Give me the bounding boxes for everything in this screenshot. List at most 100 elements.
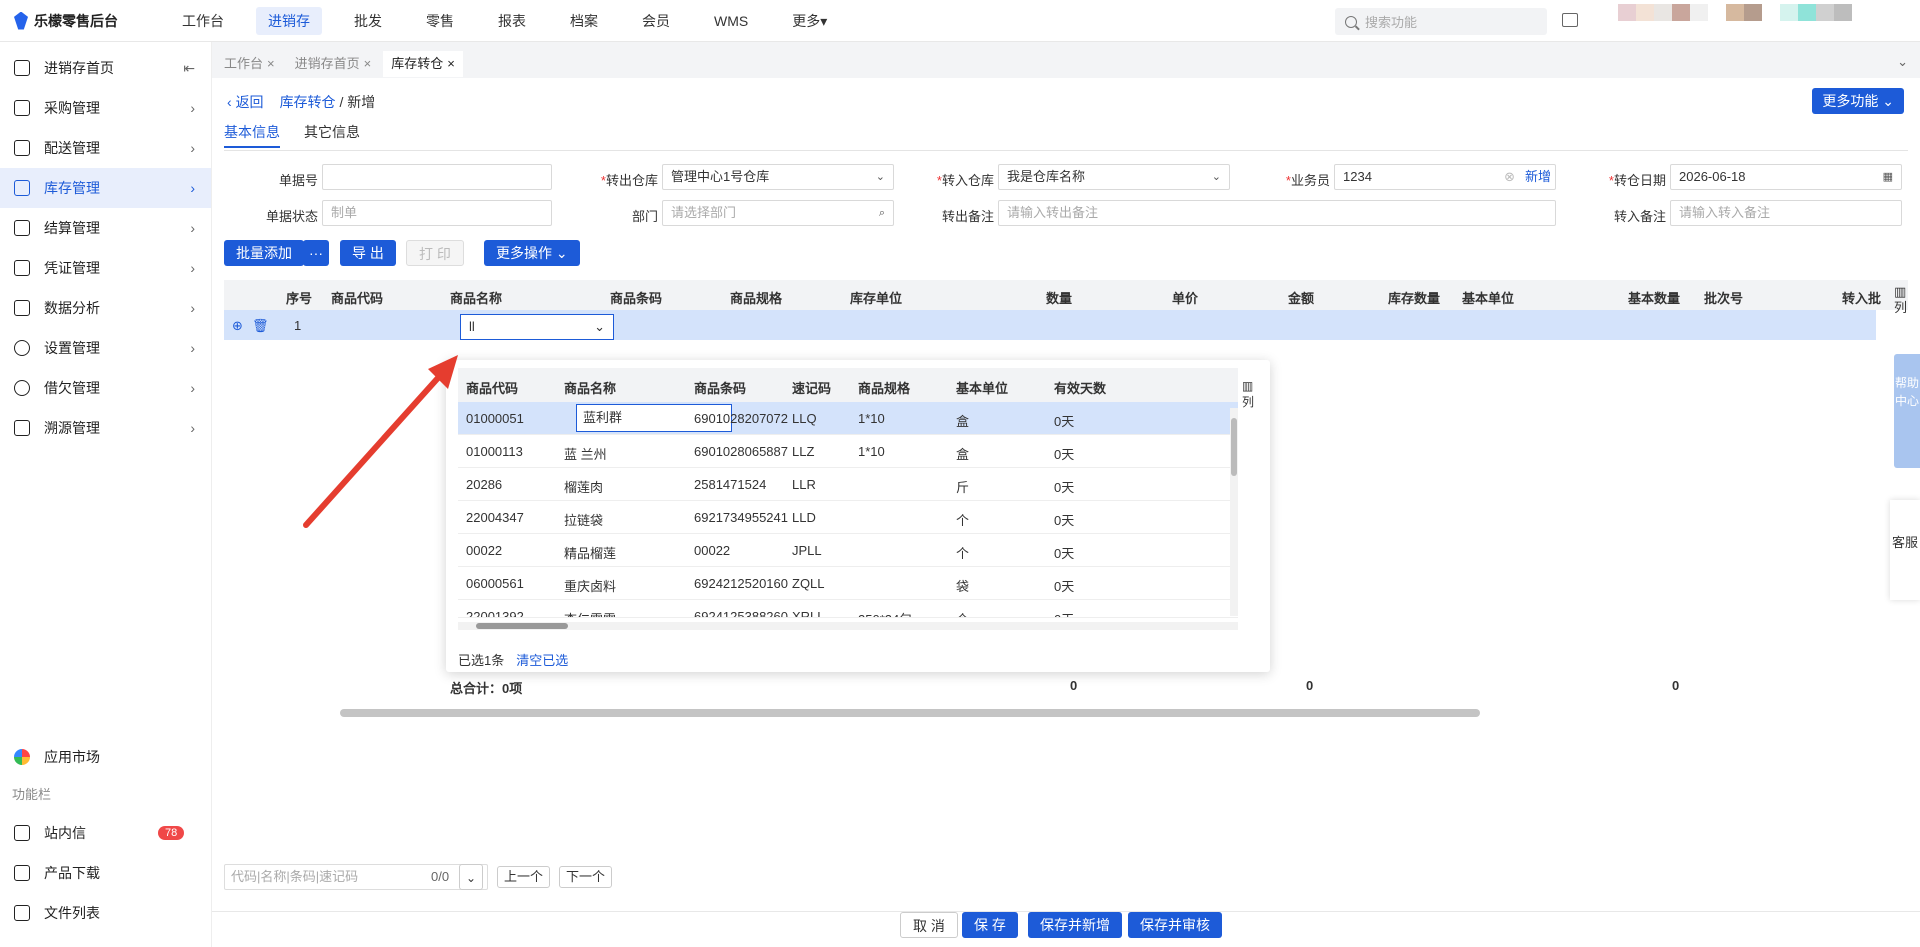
save-audit-button[interactable]: 保存并审核 <box>1128 912 1222 938</box>
tab-stock-transfer[interactable]: 库存转仓 × <box>383 51 463 77</box>
dept-field[interactable]: 请选择部门 ⌕ <box>662 200 894 226</box>
col-transfer-batch[interactable]: 转入批 <box>1842 288 1881 307</box>
out-note-field[interactable]: 请输入转出备注 <box>998 200 1556 226</box>
more-ops-button[interactable]: 更多操作 ⌄ <box>484 240 580 266</box>
sidebar-item-purchase[interactable]: 采购管理 › <box>0 88 211 128</box>
prev-button[interactable]: 上一个 <box>497 866 551 888</box>
clerk-add-link[interactable]: 新增 <box>1525 165 1551 189</box>
save-button[interactable]: 保 存 <box>962 912 1018 938</box>
tab-workbench[interactable]: 工作台 × <box>216 51 283 77</box>
table-row[interactable]: ⊕ 🗑 1 ll ⌄ <box>224 310 1876 340</box>
in-warehouse-select[interactable]: 我是仓库名称 ⌄ <box>998 164 1230 190</box>
dropdown-horizontal-scrollbar[interactable] <box>458 622 1238 630</box>
sidebar-item-stock[interactable]: 库存管理 › <box>0 168 211 208</box>
nav-wholesale[interactable]: 批发 <box>342 7 394 35</box>
dropdown-vertical-scrollbar[interactable] <box>1230 408 1238 616</box>
app-logo[interactable]: 乐檬零售后台 <box>0 11 160 31</box>
dd-col-valid-days[interactable]: 有效天数 <box>1054 378 1106 397</box>
out-warehouse-select[interactable]: 管理中心1号仓库 ⌄ <box>662 164 894 190</box>
user-avatar[interactable] <box>1618 4 1858 38</box>
cancel-button[interactable]: 取 消 <box>900 912 958 938</box>
tab-inventory-home[interactable]: 进销存首页 × <box>286 51 380 77</box>
nav-archive[interactable]: 档案 <box>558 7 610 35</box>
next-button[interactable]: 下一个 <box>559 866 613 888</box>
list-item[interactable]: 22001392 杏仁露露 6924125388260 XRLL 250*24包 个 0天 <box>458 600 1238 618</box>
clear-selection-link[interactable]: 清空已选 <box>516 653 568 668</box>
chevron-down-icon[interactable]: ⌄ <box>1897 54 1908 70</box>
tab-basic-info[interactable]: 基本信息 <box>224 122 280 148</box>
list-item[interactable]: 01000113 蓝 兰州 6901028065887 LLZ 1*10 盒 0天 <box>458 435 1238 468</box>
save-new-button[interactable]: 保存并新增 <box>1028 912 1122 938</box>
nav-member[interactable]: 会员 <box>630 7 682 35</box>
grid-search-dropdown[interactable]: ⌄ <box>459 864 484 890</box>
date-field[interactable]: 2026-06-18 ▦ <box>1670 164 1902 190</box>
nav-workbench[interactable]: 工作台 <box>170 7 236 35</box>
nav-wms[interactable]: WMS <box>702 7 760 35</box>
list-item[interactable]: 00022 精品榴莲 00022 JPLL 个 0天 <box>458 534 1238 567</box>
column-settings-button[interactable]: ▥ 列 <box>1894 284 1908 316</box>
col-stock-unit[interactable]: 库存单位 <box>850 288 902 307</box>
horizontal-scrollbar[interactable] <box>224 708 1908 718</box>
close-icon[interactable]: × <box>364 56 372 71</box>
col-base-unit[interactable]: 基本单位 <box>1462 288 1514 307</box>
nav-retail[interactable]: 零售 <box>414 7 466 35</box>
list-item[interactable]: 20286 榴莲肉 2581471524 LLR 斤 0天 <box>458 468 1238 501</box>
col-price[interactable]: 单价 <box>1172 288 1198 307</box>
col-batch[interactable]: 批次号 <box>1704 288 1743 307</box>
col-amount[interactable]: 金额 <box>1288 288 1314 307</box>
sidebar-item-market[interactable]: 应用市场 <box>0 737 212 777</box>
list-item[interactable]: 06000561 重庆卤料 6924212520160 ZQLL 袋 0天 <box>458 567 1238 600</box>
sidebar-item-download[interactable]: 产品下载 <box>0 853 212 893</box>
sidebar-item-debt[interactable]: 借欠管理 › <box>0 368 211 408</box>
sidebar-item-analytics[interactable]: 数据分析 › <box>0 288 211 328</box>
close-icon[interactable]: × <box>267 56 275 71</box>
clerk-field[interactable]: 1234 ⊗ 新增 <box>1334 164 1556 190</box>
product-name-input[interactable]: ll ⌄ <box>460 314 614 340</box>
scrollbar-thumb[interactable] <box>340 709 1480 717</box>
sidebar-item-mail[interactable]: 站内信 78 <box>0 813 212 853</box>
tab-other-info[interactable]: 其它信息 <box>304 122 360 148</box>
grid-search-input[interactable]: 代码|名称|条码|速记码 0/0 <box>224 864 488 890</box>
dd-col-base-unit[interactable]: 基本单位 <box>956 378 1008 397</box>
list-item[interactable]: 22004347 拉链袋 6921734955241 LLD 个 0天 <box>458 501 1238 534</box>
col-code[interactable]: 商品代码 <box>331 288 383 307</box>
in-note-field[interactable]: 请输入转入备注 <box>1670 200 1902 226</box>
dropdown-column-settings[interactable]: ▥ 列 <box>1242 378 1256 410</box>
collapse-icon[interactable]: ⇤ <box>183 60 195 77</box>
col-barcode[interactable]: 商品条码 <box>610 288 662 307</box>
col-index[interactable]: 序号 <box>286 288 312 307</box>
sidebar-item-settings[interactable]: 设置管理 › <box>0 328 211 368</box>
help-center-button[interactable]: 帮助中心 <box>1894 354 1920 468</box>
printer-icon[interactable] <box>1562 13 1578 27</box>
dd-col-name[interactable]: 商品名称 <box>564 378 616 397</box>
batch-add-more-button[interactable]: ··· <box>303 240 329 266</box>
customer-service-button[interactable]: 客服 <box>1890 500 1920 600</box>
back-link[interactable]: ‹ 返回 <box>227 92 264 112</box>
scrollbar-thumb[interactable] <box>1231 418 1237 476</box>
sidebar-item-delivery[interactable]: 配送管理 › <box>0 128 211 168</box>
nav-inventory[interactable]: 进销存 <box>256 6 322 35</box>
sidebar-item-voucher[interactable]: 凭证管理 › <box>0 248 211 288</box>
add-row-icon[interactable]: ⊕ <box>232 318 243 334</box>
col-name[interactable]: 商品名称 <box>450 288 502 307</box>
sidebar-item-trace[interactable]: 溯源管理 › <box>0 408 211 448</box>
dd-col-shortcode[interactable]: 速记码 <box>792 378 831 397</box>
col-qty[interactable]: 数量 <box>1046 288 1072 307</box>
dd-col-spec[interactable]: 商品规格 <box>858 378 910 397</box>
col-spec[interactable]: 商品规格 <box>730 288 782 307</box>
dd-col-barcode[interactable]: 商品条码 <box>694 378 746 397</box>
sidebar-item-files[interactable]: 文件列表 <box>0 893 212 933</box>
col-stock-qty[interactable]: 库存数量 <box>1388 288 1440 307</box>
col-base-qty[interactable]: 基本数量 <box>1628 288 1680 307</box>
scrollbar-thumb[interactable] <box>476 623 568 629</box>
sidebar-item-home[interactable]: 进销存首页 ⇤ <box>0 48 211 88</box>
list-item[interactable]: 01000051 蓝利群 6901028207072 LLQ 1*10 盒 0天 <box>458 402 1238 435</box>
nav-reports[interactable]: 报表 <box>486 7 538 35</box>
nav-more[interactable]: 更多▾ <box>780 7 839 35</box>
export-button[interactable]: 导 出 <box>340 240 396 266</box>
sidebar-item-settlement[interactable]: 结算管理 › <box>0 208 211 248</box>
doc-no-field[interactable] <box>322 164 552 190</box>
more-functions-button[interactable]: 更多功能 ⌄ <box>1812 88 1904 114</box>
batch-add-button[interactable]: 批量添加 <box>224 240 304 266</box>
close-icon[interactable]: × <box>447 56 455 71</box>
